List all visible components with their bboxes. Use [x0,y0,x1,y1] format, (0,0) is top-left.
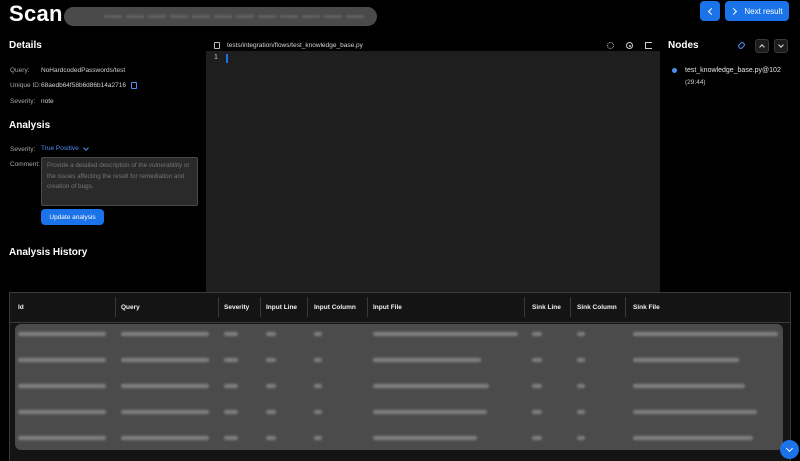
chevron-down-icon [82,144,89,151]
copy-icon[interactable] [131,82,137,89]
focus-target-icon[interactable] [626,42,633,49]
chevron-down-icon [785,444,794,452]
table-row[interactable] [10,399,790,425]
code-editor[interactable] [206,51,660,293]
analysis-severity-select[interactable]: True Positive [41,144,89,152]
column-header-severity[interactable]: Severity [224,304,249,311]
chevron-down-icon [778,42,784,48]
previous-result-button[interactable] [700,1,720,21]
analysis-severity-value: True Positive [41,145,79,152]
table-row[interactable] [10,321,790,347]
unique-id-value: 68aedb64f58b6d86b14a2716 [41,82,126,89]
severity-value: note [41,98,54,105]
analysis-history-table: Id Query Severity Input Line Input Colum… [9,292,791,461]
details-heading: Details [9,40,42,51]
node-item-position: (29:44) [685,79,706,86]
column-header-input-file[interactable]: Input File [373,304,402,311]
table-row[interactable] [10,425,790,451]
page-title: Scan [9,1,63,26]
column-header-sink-column[interactable]: Sink Column [577,304,617,311]
analysis-heading: Analysis [9,120,51,131]
comment-label: Comment: [10,161,40,168]
table-row[interactable] [10,373,790,399]
next-result-button[interactable]: Next result [725,1,789,21]
column-header-input-column[interactable]: Input Column [314,304,356,311]
chevron-up-icon [759,44,765,50]
unique-id-label: Unique ID: [10,82,41,89]
node-up-button[interactable] [755,39,769,53]
node-indicator-dot [672,68,677,73]
table-row[interactable] [10,347,790,373]
analysis-history-heading: Analysis History [9,247,88,258]
file-icon [214,42,220,49]
update-analysis-button[interactable]: Update analysis [41,209,104,225]
node-down-button[interactable] [774,39,788,53]
column-header-input-line[interactable]: Input Line [266,304,297,311]
column-header-query[interactable]: Query [121,304,140,311]
chevron-left-icon [707,7,715,15]
collapse-icon[interactable] [645,42,652,49]
nodes-heading: Nodes [668,40,699,51]
column-header-sink-line[interactable]: Sink Line [532,304,561,311]
line-number: 1 [214,54,218,61]
query-value: NoHardcodedPasswords/test [41,67,126,74]
scroll-down-button[interactable] [780,440,799,459]
query-label: Query: [10,67,30,74]
link-icon[interactable] [737,41,746,50]
file-path: tests/integration/flows/test_knowledge_b… [227,42,363,49]
severity-label: Severity: [10,98,36,105]
theme-icon[interactable] [607,42,614,49]
analysis-severity-label: Severity: [10,146,36,153]
editor-cursor [226,54,228,63]
comment-field[interactable] [41,157,198,206]
node-item-label[interactable]: test_knowledge_base.py@102 [685,67,781,74]
next-result-label: Next result [744,6,783,16]
chevron-right-icon [730,7,738,15]
scan-subtitle-redacted [64,7,377,26]
column-header-sink-file[interactable]: Sink File [633,304,660,311]
column-header-id[interactable]: Id [18,304,24,311]
